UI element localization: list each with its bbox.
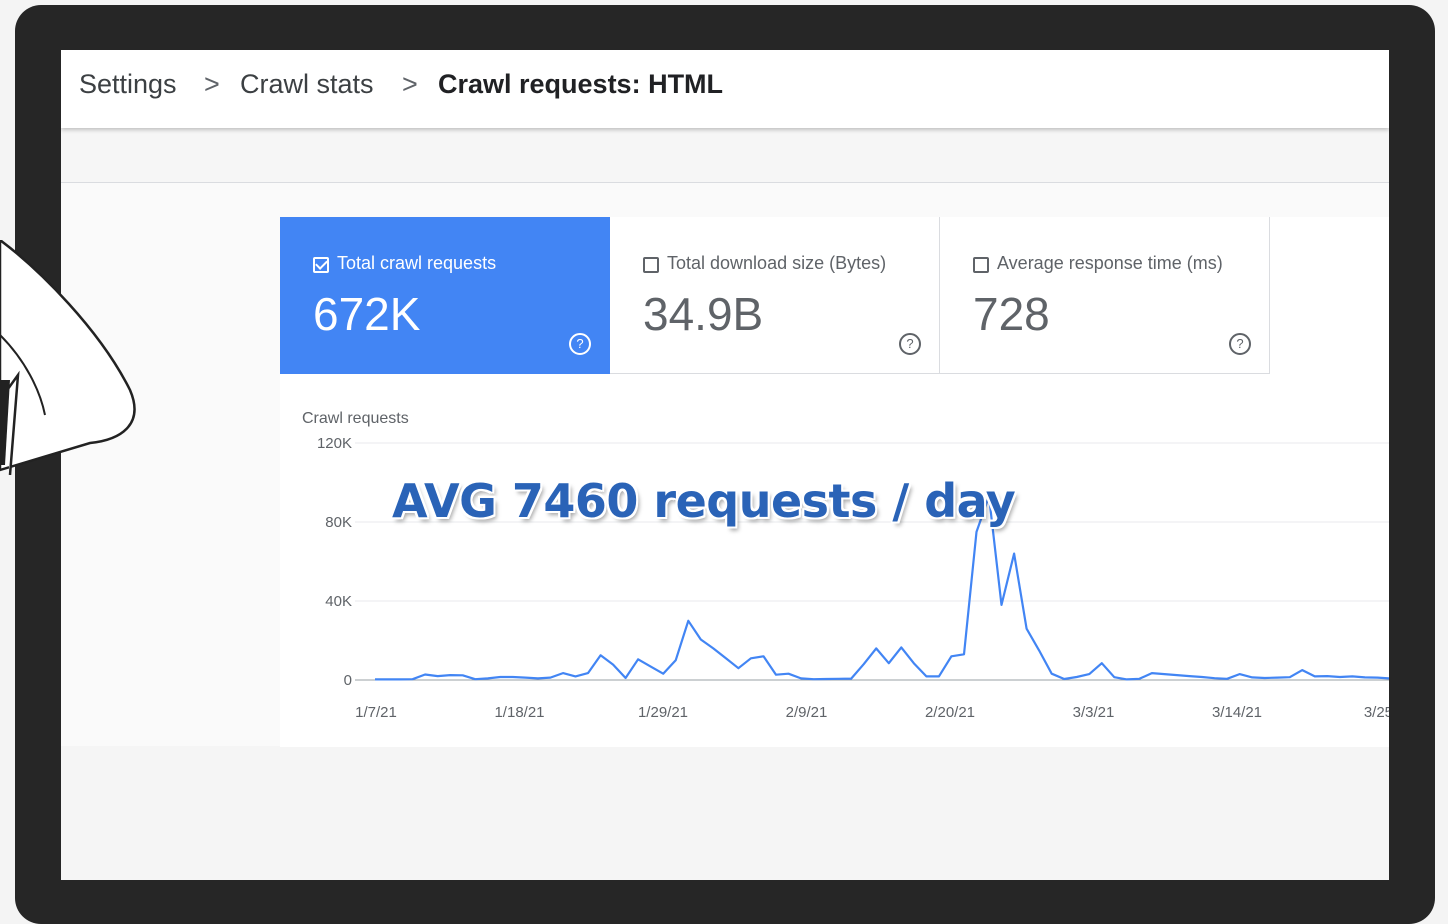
- metric-value: 728: [973, 288, 1050, 340]
- x-tick-label: 3/25/: [1364, 704, 1389, 721]
- metric-label: Average response time (ms): [997, 253, 1223, 273]
- screen: Settings > Crawl stats > Crawl requests:…: [61, 50, 1389, 880]
- average-annotation: AVG 7460 requests / day: [392, 474, 1016, 528]
- question-mark-circle-icon[interactable]: ?: [899, 333, 921, 355]
- metric-value: 672K: [313, 288, 421, 340]
- checkbox-icon[interactable]: [643, 257, 659, 273]
- x-tick-label: 3/3/21: [1073, 704, 1115, 721]
- question-mark-circle-icon[interactable]: ?: [569, 333, 591, 355]
- y-tick-label: 0: [344, 672, 352, 689]
- metric-label: Total download size (Bytes): [667, 253, 887, 273]
- checkbox-icon[interactable]: [973, 257, 989, 273]
- x-tick-label: 1/18/21: [494, 704, 544, 721]
- breadcrumb-settings[interactable]: Settings: [79, 69, 177, 100]
- breadcrumb-crawl-stats[interactable]: Crawl stats: [240, 69, 374, 100]
- page-title: Crawl requests: HTML: [438, 69, 724, 99]
- y-tick-label: 120K: [317, 435, 352, 452]
- x-tick-label: 1/7/21: [355, 704, 397, 721]
- y-tick-label: 80K: [325, 514, 352, 531]
- y-tick-label: 40K: [325, 593, 352, 610]
- x-tick-label: 1/29/21: [638, 704, 688, 721]
- metric-total-download-size[interactable]: Total download size (Bytes) 34.9B ?: [610, 217, 940, 374]
- question-mark-circle-icon[interactable]: ?: [1229, 333, 1251, 355]
- chevron-right-icon: >: [402, 69, 418, 99]
- chart-y-title: Crawl requests: [302, 410, 409, 427]
- metric-value: 34.9B: [643, 288, 764, 340]
- pointing-hand-illustration: [0, 240, 136, 475]
- x-tick-label: 2/20/21: [925, 704, 975, 721]
- metric-label: Total crawl requests: [337, 253, 497, 273]
- x-tick-label: 2/9/21: [786, 704, 828, 721]
- metric-total-crawl-requests[interactable]: Total crawl requests 672K ?: [280, 217, 610, 374]
- x-tick-label: 3/14/21: [1212, 704, 1262, 721]
- metric-average-response-time[interactable]: Average response time (ms) 728 ?: [940, 217, 1270, 374]
- checkbox-checked-icon[interactable]: [313, 257, 329, 273]
- chevron-right-icon: >: [204, 69, 220, 99]
- breadcrumb: Settings > Crawl stats > Crawl requests:…: [61, 50, 1389, 128]
- toolbar-strip: [61, 128, 1389, 183]
